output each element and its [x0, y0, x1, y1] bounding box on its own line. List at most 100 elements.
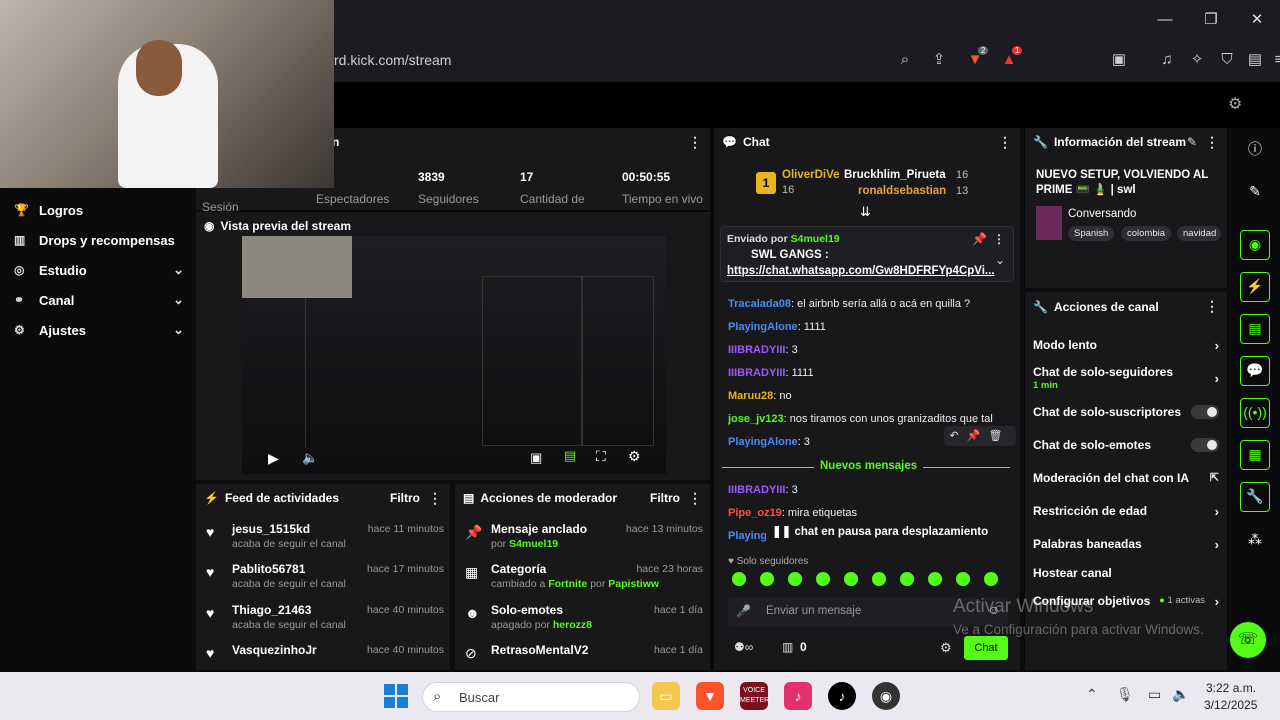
clock-time[interactable]: 3:22 a.m. — [1206, 681, 1256, 695]
more-icon[interactable]: ⋮ — [428, 490, 442, 507]
mod-category[interactable]: Fortnite — [548, 578, 587, 590]
file-explorer-icon[interactable]: ▭ — [652, 682, 680, 710]
wallet-icon[interactable]: ▤ — [1244, 49, 1266, 71]
restore-icon[interactable]: ❐ — [1196, 8, 1226, 32]
message-actions[interactable]: ↶📌🗑 — [944, 426, 1016, 446]
emote-icon[interactable] — [872, 572, 886, 586]
vpn-icon[interactable]: ⛉ — [1216, 49, 1238, 71]
windows-start-icon[interactable] — [384, 684, 408, 708]
chat-user[interactable]: IIIBRADYIII — [728, 367, 785, 379]
info-icon[interactable]: ⓘ — [1240, 134, 1270, 164]
theater-icon[interactable]: ▤ — [564, 448, 576, 464]
chat-paused-banner[interactable]: ❚❚ chat en pausa para desplazamiento — [766, 522, 995, 540]
mic-icon[interactable]: 🎤 — [736, 604, 751, 618]
more-icon[interactable]: ⋮ — [998, 134, 1012, 151]
feed-user[interactable]: jesus_1515kd — [232, 522, 310, 536]
leaderboard-user[interactable]: OliverDiVe — [782, 169, 840, 181]
support-chat-icon[interactable]: ☏ — [1230, 622, 1266, 658]
emote-icon[interactable] — [928, 572, 942, 586]
feed-user[interactable]: Pablito56781 — [232, 562, 305, 576]
chevron-down-icon[interactable]: ⇊ — [860, 204, 871, 220]
chat-user[interactable]: IIIBRADYIII — [728, 484, 785, 496]
action-slow-mode[interactable]: Modo lento › — [1033, 338, 1219, 353]
emote-icon[interactable] — [844, 572, 858, 586]
emote-icon[interactable] — [900, 572, 914, 586]
chevron-up-icon[interactable]: ⌃ — [1086, 686, 1098, 703]
reader-icon[interactable]: ▣ — [1108, 49, 1130, 71]
chat-user[interactable]: PlayingAlone — [728, 436, 798, 448]
mod-user[interactable]: Papistiww — [608, 578, 659, 590]
gift-icon[interactable]: ▥ — [782, 640, 793, 654]
leaderboard-user[interactable]: Bruckhlim_Pirueta — [844, 169, 946, 181]
sidebar-item-canal[interactable]: ⚭ Canal ⌄ — [14, 289, 184, 311]
share-icon[interactable]: ⇪ — [928, 49, 950, 71]
emote-icon[interactable] — [732, 572, 746, 586]
users-icon[interactable]: ⚉∞ — [734, 640, 753, 654]
action-ai-moderation[interactable]: Moderación del chat con IA ⇱ — [1033, 471, 1219, 485]
pinned-user[interactable]: S4muel19 — [791, 233, 840, 245]
wrench-toggle-icon[interactable]: 🔧 — [1240, 482, 1270, 512]
emote-icon[interactable] — [760, 572, 774, 586]
tag[interactable]: colombia — [1121, 226, 1172, 241]
preview-toggle-icon[interactable]: ◉ — [1240, 230, 1270, 260]
pinned-link[interactable]: https://chat.whatsapp.com/Gw8HDFRFYp4CpV… — [727, 265, 995, 277]
mic-icon[interactable]: 🎙 — [1116, 686, 1134, 703]
sidebar-item-ajustes[interactable]: ⚙ Ajustes ⌄ — [14, 319, 184, 341]
emote-icon[interactable] — [816, 572, 830, 586]
mod-filter-button[interactable]: Filtro — [650, 491, 680, 505]
fullscreen-icon[interactable]: ⛶ — [596, 448, 606, 465]
edit-icon[interactable]: ✎ — [1240, 176, 1270, 206]
gear-icon[interactable]: ⚙ — [628, 448, 641, 465]
settings-icon[interactable]: ⚙ — [1228, 94, 1242, 114]
chat-user[interactable]: Tracalada08 — [728, 298, 791, 310]
feed-user[interactable]: Thiago_21463 — [232, 603, 311, 617]
sidebar-item-estudio[interactable]: ◎ Estudio ⌄ — [14, 259, 184, 281]
leaderboard-user[interactable]: ronaldsebastian — [858, 185, 946, 197]
broadcast-toggle-icon[interactable]: ((•)) — [1240, 398, 1270, 428]
leo-icon[interactable]: ✧ — [1186, 49, 1208, 71]
stream-preview-video[interactable]: ▶ 🔈 ▣ ▤ ⛶ ⚙ — [242, 236, 666, 474]
notes-toggle-icon[interactable]: ▤ — [1240, 314, 1270, 344]
minimize-icon[interactable]: — — [1150, 8, 1180, 32]
edit-icon[interactable]: ✎ — [1187, 135, 1197, 149]
chat-user[interactable]: IIIBRADYIII — [728, 344, 785, 356]
music-app-icon[interactable]: ♪ — [784, 682, 812, 710]
emotes-only-toggle[interactable] — [1191, 438, 1219, 452]
chat-user[interactable]: jose_jv123 — [728, 413, 784, 425]
volume-icon[interactable]: 🔈 — [302, 450, 318, 466]
more-icon[interactable]: ⋮ — [688, 134, 702, 151]
subs-only-toggle[interactable] — [1191, 405, 1219, 419]
address-bar[interactable]: rd.kick.com/stream ⌕ ⇪ ▼ 2 ▲ 1 ▣ ♫ ✧ ⛉ ▤… — [300, 44, 1280, 76]
tiktok-icon[interactable]: ♪ — [828, 682, 856, 710]
chat-input[interactable]: Enviar un mensaje — [766, 605, 861, 617]
menu-icon[interactable]: ≡ — [1268, 49, 1280, 71]
more-icon[interactable]: ⋮ — [993, 232, 1005, 246]
close-icon[interactable]: ✕ — [1242, 8, 1272, 32]
gear-icon[interactable]: ⚙ — [940, 640, 952, 656]
mod-user[interactable]: herozz8 — [553, 619, 592, 631]
clock-date[interactable]: 3/12/2025 — [1204, 698, 1257, 712]
action-banned-words[interactable]: Palabras baneadas › — [1033, 537, 1219, 552]
volume-icon[interactable]: 🔈 — [1172, 686, 1189, 703]
voicemeeter-icon[interactable]: VOICE MEETER — [740, 682, 769, 710]
chat-user[interactable]: PlayingAlone — [728, 321, 798, 333]
music-icon[interactable]: ♫ — [1156, 49, 1178, 71]
obs-icon[interactable]: ◉ — [872, 682, 900, 710]
url-text[interactable]: rd.kick.com/stream — [334, 52, 451, 68]
layout-icon[interactable]: ⁂ — [1240, 524, 1270, 554]
send-chat-button[interactable]: Chat — [964, 636, 1008, 660]
play-icon[interactable]: ▶ — [268, 450, 279, 467]
chat-user[interactable]: Maruu28 — [728, 390, 773, 402]
emote-bar[interactable] — [732, 572, 1012, 588]
action-age-restriction[interactable]: Restricción de edad › — [1033, 504, 1219, 519]
mod-toggle-icon[interactable]: ▦ — [1240, 440, 1270, 470]
zoom-icon[interactable]: ⌕ — [894, 49, 916, 71]
chevron-down-icon[interactable]: ⌄ — [995, 253, 1005, 267]
more-icon[interactable]: ⋮ — [1205, 298, 1219, 315]
tag[interactable]: navidad — [1177, 226, 1221, 241]
network-icon[interactable]: ▭ — [1148, 686, 1161, 703]
sidebar-item-drops[interactable]: ▥ Drops y recompensas — [14, 229, 184, 251]
sidebar-item-logros[interactable]: 🏆 Logros — [14, 199, 184, 221]
more-icon[interactable]: ⋮ — [688, 490, 702, 507]
feed-toggle-icon[interactable]: ⚡ — [1240, 272, 1270, 302]
